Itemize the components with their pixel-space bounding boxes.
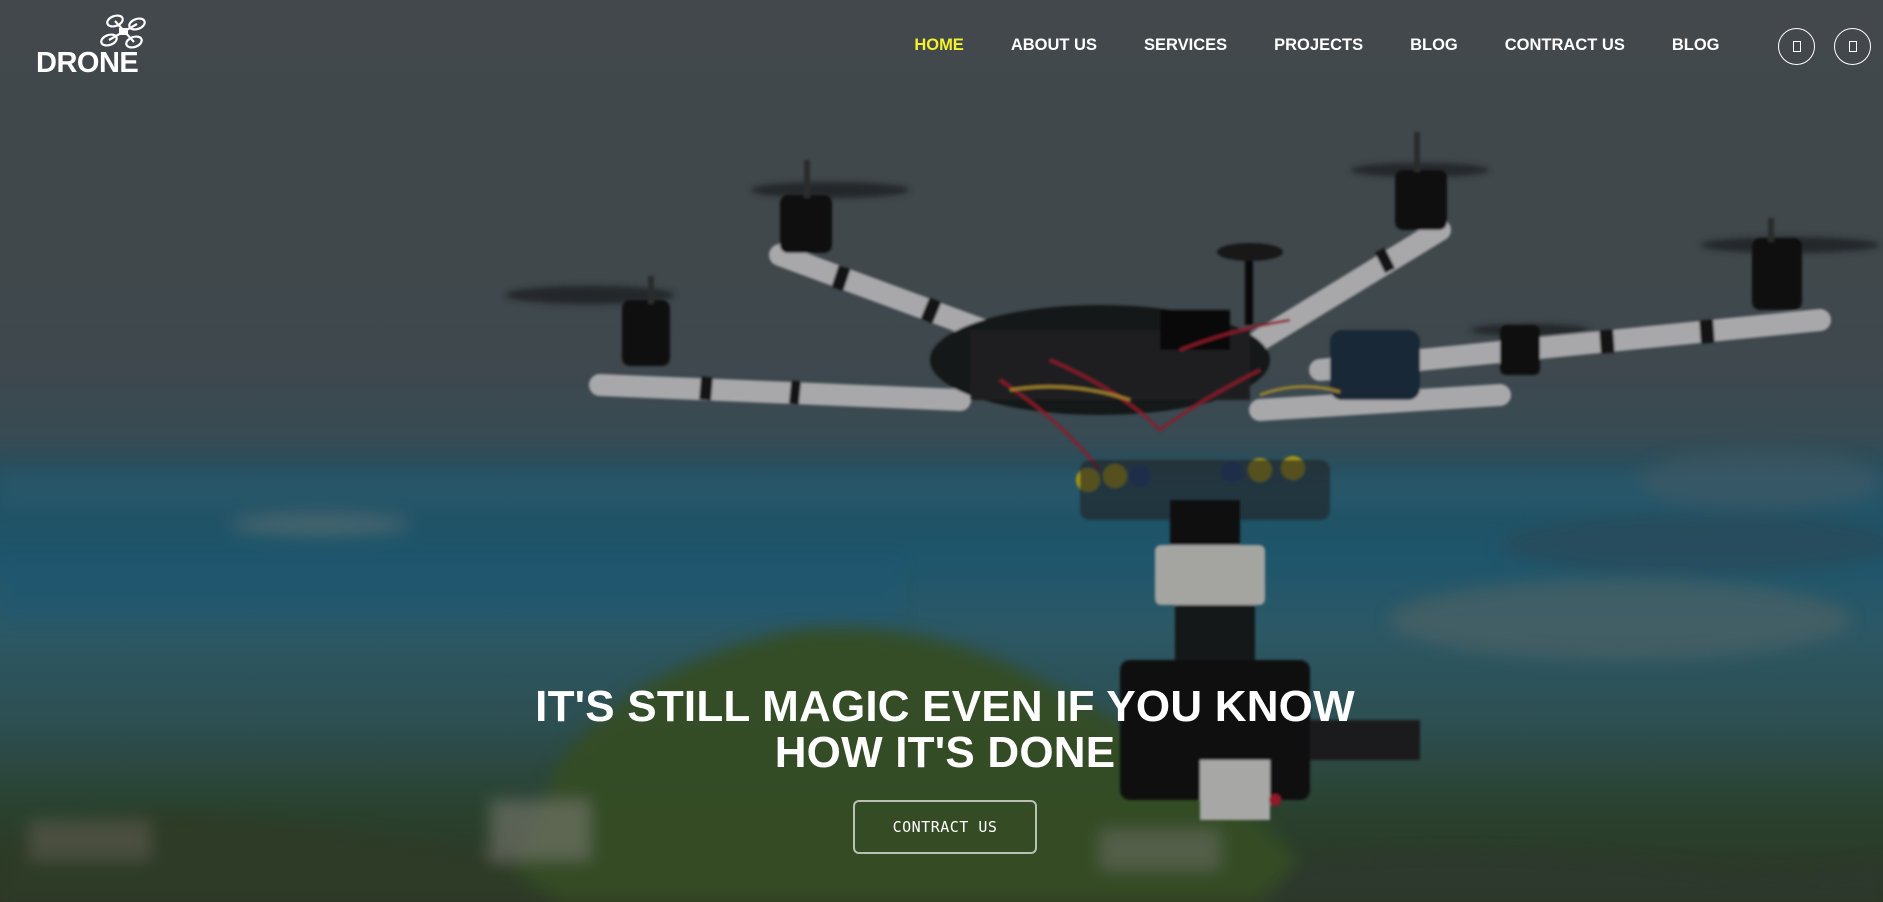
cart-button[interactable] — [1834, 28, 1871, 65]
nav-item-services[interactable]: SERVICES — [1120, 36, 1250, 55]
nav-item-contract-us[interactable]: CONTRACT US — [1481, 36, 1648, 55]
search-icon — [1792, 41, 1801, 52]
cart-icon — [1848, 41, 1857, 52]
navbar: DRONE HOME ABOUT US SERVICES PROJECTS BL… — [0, 0, 1883, 96]
nav-item-about-us[interactable]: ABOUT US — [987, 36, 1120, 55]
hero-heading-line-2: HOW IT'S DONE — [774, 728, 1116, 777]
nav-item-blog[interactable]: BLOG — [1387, 36, 1482, 55]
nav-item-home[interactable]: HOME — [891, 36, 988, 55]
nav-item-projects[interactable]: PROJECTS — [1251, 36, 1387, 55]
contract-us-button[interactable]: CONTRACT US — [853, 800, 1037, 854]
hero-heading: IT'S STILL MAGIC EVEN IF YOU KNOW HOW IT… — [0, 684, 1883, 776]
logo-text: DRONE — [36, 47, 139, 79]
nav-item-blog-2[interactable]: BLOG — [1648, 36, 1743, 55]
drone-icon — [100, 14, 146, 49]
search-button[interactable] — [1778, 28, 1815, 65]
hero-heading-line-1: IT'S STILL MAGIC EVEN IF YOU KNOW — [535, 682, 1355, 731]
main-nav: HOME ABOUT US SERVICES PROJECTS BLOG CON… — [891, 36, 1743, 55]
logo[interactable]: DRONE — [36, 14, 148, 80]
hero-content: IT'S STILL MAGIC EVEN IF YOU KNOW HOW IT… — [0, 684, 1883, 854]
hero-section: DRONE HOME ABOUT US SERVICES PROJECTS BL… — [0, 0, 1883, 902]
